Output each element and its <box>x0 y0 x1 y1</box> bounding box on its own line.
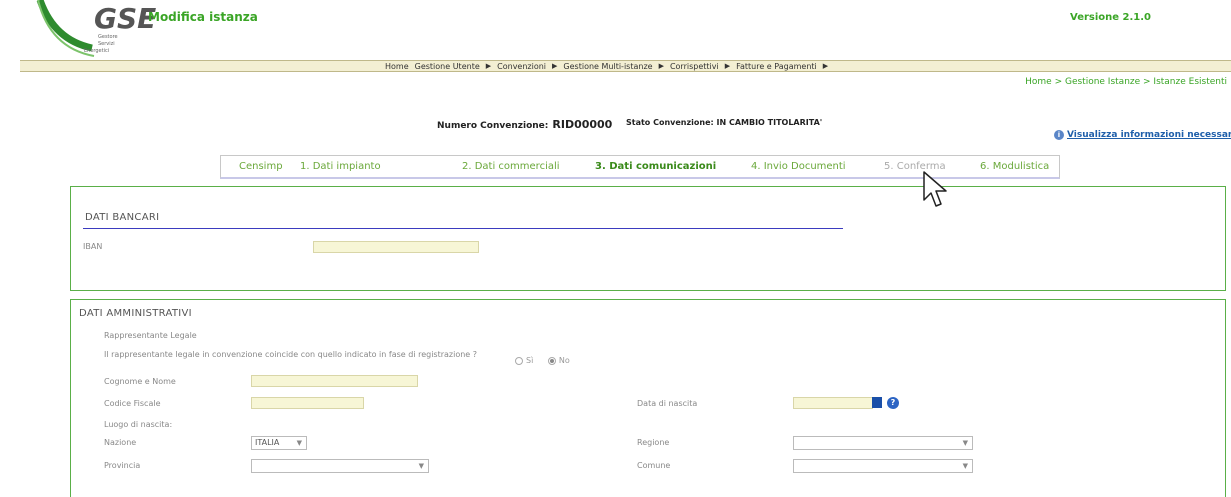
help-icon[interactable]: ? <box>887 397 899 409</box>
convenzione-number-value: RID00000 <box>552 118 613 131</box>
breadcrumb[interactable]: Home > Gestione Istanze > Istanze Esiste… <box>1025 77 1227 87</box>
svg-text:Servizi: Servizi <box>98 41 115 47</box>
mouse-cursor-icon <box>923 171 947 207</box>
regione-label: Regione <box>637 438 670 447</box>
iban-label: IBAN <box>83 242 103 251</box>
menu-arrow-icon: ▶ <box>658 62 664 70</box>
convenzione-status-label: Stato Convenzione: <box>626 118 714 127</box>
data-nascita-input[interactable] <box>793 397 873 409</box>
nazione-select[interactable]: ITALIA ▼ <box>251 436 307 450</box>
luogo-nascita-label: Luogo di nascita: <box>104 420 173 429</box>
menu-arrow-icon: ▶ <box>552 62 558 70</box>
rappresentante-label: Rappresentante Legale <box>104 331 197 340</box>
calendar-icon[interactable] <box>872 397 882 408</box>
convenzione-number-label: Numero Convenzione: <box>437 121 549 131</box>
tab-censimp[interactable]: Censimp <box>239 161 283 172</box>
convenzione-status-value: IN CAMBIO TITOLARITA' <box>716 118 823 127</box>
radio-si[interactable]: Sì <box>515 356 533 365</box>
menu-item-gestione-utente[interactable]: Gestione Utente <box>415 62 480 71</box>
cognome-input[interactable] <box>251 375 418 387</box>
menu-arrow-icon: ▶ <box>724 62 731 70</box>
radio-si-button[interactable] <box>515 356 523 365</box>
dati-bancari-title: DATI BANCARI <box>85 212 160 223</box>
radio-no[interactable]: No <box>547 356 570 365</box>
provincia-select[interactable]: ▼ <box>251 459 429 473</box>
menu-item-fatture[interactable]: Fatture e Pagamenti <box>736 62 817 71</box>
dati-bancari-panel: DATI BANCARI IBAN <box>70 186 1226 291</box>
chevron-down-icon: ▼ <box>418 462 424 470</box>
svg-text:Energetici: Energetici <box>84 48 109 54</box>
logo-text: GSE <box>94 2 156 35</box>
radio-no-button[interactable] <box>547 356 556 365</box>
cognome-label: Cognome e Nome <box>104 377 176 386</box>
nazione-label: Nazione <box>104 438 137 447</box>
data-nascita-label: Data di nascita <box>637 399 698 408</box>
tab-dati-impianto[interactable]: 1. Dati impianto <box>300 161 381 172</box>
chevron-down-icon: ▼ <box>962 439 968 447</box>
main-menu: Home Gestione Utente ▶ Convenzioni ▶ Ges… <box>20 60 1231 72</box>
tab-modulistica[interactable]: 6. Modulistica <box>980 161 1049 172</box>
coincide-question: Il rappresentante legale in convenzione … <box>104 350 478 359</box>
coincide-radio-group: Sì No <box>515 356 582 365</box>
convenzione-number: Numero Convenzione: RID00000 <box>437 118 612 131</box>
info-icon: i <box>1054 130 1064 140</box>
comune-label: Comune <box>637 461 671 470</box>
chevron-down-icon: ▼ <box>296 439 302 447</box>
gse-logo: GSE Gestore Servizi Energetici <box>36 0 156 57</box>
header: GSE Gestore Servizi Energetici Modifica … <box>0 0 1231 62</box>
tab-invio-documenti[interactable]: 4. Invio Documenti <box>751 161 846 172</box>
menu-item-multi-istanze[interactable]: Gestione Multi-istanze <box>563 62 652 71</box>
menu-item-home[interactable]: Home <box>385 62 409 71</box>
menu-item-corrispettivi[interactable]: Corrispettivi <box>670 62 719 71</box>
convenzione-status: Stato Convenzione: IN CAMBIO TITOLARITA' <box>626 118 822 127</box>
chevron-down-icon: ▼ <box>962 462 968 470</box>
iban-input[interactable] <box>313 241 479 253</box>
menu-arrow-icon: ▶ <box>485 62 492 70</box>
app-title: Modifica istanza <box>148 10 258 24</box>
dati-amministrativi-panel: DATI AMMINISTRATIVI Rappresentante Legal… <box>70 299 1226 497</box>
codice-fiscale-input[interactable] <box>251 397 364 409</box>
dati-amministrativi-title: DATI AMMINISTRATIVI <box>79 308 192 319</box>
comune-select[interactable]: ▼ <box>793 459 973 473</box>
menu-arrow-icon: ▶ <box>822 62 829 70</box>
tab-dati-comunicazioni[interactable]: 3. Dati comunicazioni <box>595 161 716 172</box>
info-link[interactable]: i Visualizza informazioni necessarie <box>1054 130 1231 140</box>
svg-text:Gestore: Gestore <box>98 34 118 40</box>
provincia-label: Provincia <box>104 461 141 470</box>
info-link-text[interactable]: Visualizza informazioni necessarie <box>1067 130 1231 140</box>
codice-fiscale-label: Codice Fiscale <box>104 399 161 408</box>
version-label: Versione 2.1.0 <box>1070 12 1152 23</box>
menu-item-convenzioni[interactable]: Convenzioni <box>497 62 546 71</box>
regione-select[interactable]: ▼ <box>793 436 973 450</box>
section-divider <box>83 228 843 229</box>
tab-dati-commerciali[interactable]: 2. Dati commerciali <box>462 161 560 172</box>
